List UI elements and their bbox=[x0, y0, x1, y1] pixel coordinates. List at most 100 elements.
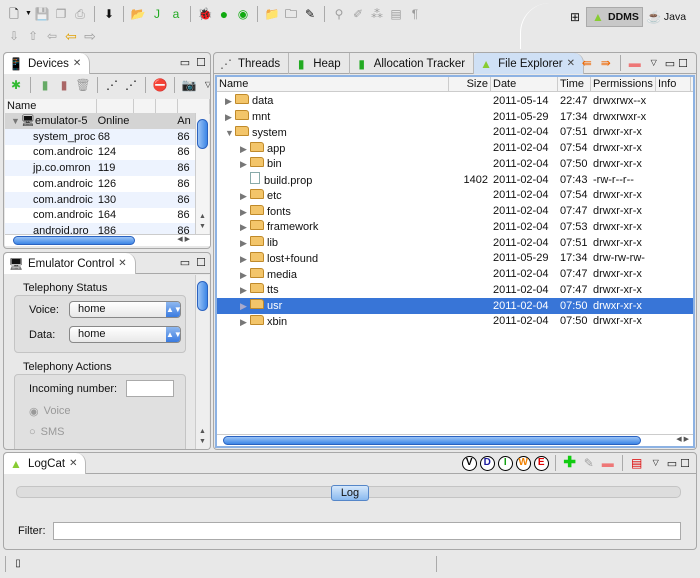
expand-icon[interactable]: ▶ bbox=[240, 317, 250, 328]
clear-log-icon[interactable]: ▤ bbox=[629, 455, 645, 471]
tab-devices[interactable]: 📱 Devices ✕ bbox=[4, 53, 91, 74]
annotation-icon[interactable]: ⚲ bbox=[331, 6, 347, 22]
close-icon[interactable]: ✕ bbox=[73, 58, 81, 69]
expand-icon[interactable]: ▶ bbox=[240, 270, 250, 281]
perspective-ddms[interactable]: ▲ DDMS bbox=[586, 7, 643, 27]
file-row[interactable]: ▶ data 2011-05-14 22:47 drwxrwx--x bbox=[217, 93, 693, 109]
edit-icon[interactable]: ✐ bbox=[350, 6, 366, 22]
maximize-icon[interactable]: ☐ bbox=[680, 457, 690, 470]
file-hscroll[interactable]: ◀ ▶ bbox=[217, 434, 693, 446]
emulator-vscroll[interactable]: ▲ ▼ bbox=[195, 275, 209, 449]
debug-icon[interactable]: 🐞 bbox=[197, 6, 213, 22]
incoming-number-input[interactable] bbox=[126, 380, 174, 397]
fast-view-icon[interactable]: ▯ bbox=[10, 556, 26, 572]
new-junit-icon[interactable]: J bbox=[149, 6, 165, 22]
col-pid[interactable] bbox=[97, 99, 134, 113]
file-row[interactable]: build.prop 1402 2011-02-04 07:43 -rw-r--r-- bbox=[217, 172, 693, 188]
col-5[interactable] bbox=[178, 99, 210, 113]
col-4[interactable] bbox=[156, 99, 178, 113]
collapse-icon[interactable]: ▼ bbox=[225, 128, 235, 138]
open-type-icon[interactable]: 📁 bbox=[264, 6, 280, 22]
file-row[interactable]: ▼ system 2011-02-04 07:51 drwxr-xr-x bbox=[217, 125, 693, 141]
debug-process-icon[interactable]: ✱ bbox=[8, 77, 24, 93]
file-row[interactable]: ▶ app 2011-02-04 07:54 drwxr-xr-x bbox=[217, 140, 693, 156]
tab-heap[interactable]: ▮ Heap bbox=[289, 53, 350, 74]
col-time[interactable]: Time bbox=[558, 77, 591, 91]
radio-voice[interactable]: ◉ Voice bbox=[29, 405, 71, 418]
prev-annotation-icon[interactable]: ⇧ bbox=[25, 28, 41, 44]
gc-icon[interactable]: 🗑 bbox=[75, 77, 91, 93]
search-icon[interactable]: ✎ bbox=[302, 6, 318, 22]
expand-icon[interactable]: ▶ bbox=[240, 159, 250, 170]
expand-icon[interactable]: ▶ bbox=[240, 222, 250, 233]
new-icon[interactable]: 🗋 bbox=[6, 6, 22, 22]
maximize-icon[interactable]: ☐ bbox=[196, 256, 206, 269]
log-level-e-button[interactable]: E bbox=[533, 455, 549, 471]
push-file-icon[interactable]: ⇛ bbox=[598, 55, 614, 71]
minimize-icon[interactable]: ▭ bbox=[665, 57, 675, 70]
dropdown-icon[interactable]: ▼ bbox=[25, 6, 32, 22]
expand-icon[interactable]: ▶ bbox=[240, 301, 250, 312]
expand-icon[interactable]: ▶ bbox=[225, 112, 235, 123]
view-menu-icon[interactable]: ▽ bbox=[646, 55, 662, 71]
view-menu-icon[interactable]: ▽ bbox=[200, 77, 210, 93]
new-class-icon[interactable]: a bbox=[168, 6, 184, 22]
screen-capture-icon[interactable]: 📷 bbox=[181, 77, 197, 93]
back-icon[interactable]: ⇦ bbox=[63, 28, 79, 44]
col-date[interactable]: Date bbox=[491, 77, 558, 91]
expand-icon[interactable]: ▶ bbox=[240, 285, 250, 296]
open-perspective-icon[interactable]: ⊞ bbox=[567, 9, 583, 25]
filter-input[interactable] bbox=[53, 522, 681, 540]
process-row[interactable]: com.androic 164 86 bbox=[5, 208, 195, 224]
device-row[interactable]: ▼🖥emulator-5 Online An bbox=[5, 113, 195, 129]
file-row[interactable]: ▶ mnt 2011-05-29 17:34 drwxrwxr-x bbox=[217, 109, 693, 125]
last-edit-icon[interactable]: ⇦ bbox=[44, 28, 60, 44]
dump-hprof-icon[interactable]: ▮ bbox=[56, 77, 72, 93]
close-icon[interactable]: ✕ bbox=[118, 258, 126, 269]
col-permissions[interactable]: Permissions bbox=[591, 77, 656, 91]
minimize-icon[interactable]: ▭ bbox=[180, 56, 190, 69]
file-row[interactable]: ▶ bin 2011-02-04 07:50 drwxr-xr-x bbox=[217, 156, 693, 172]
open-task-icon[interactable]: 🗀 bbox=[283, 6, 299, 22]
process-row[interactable]: com.androic 124 86 bbox=[5, 145, 195, 161]
devices-hscroll[interactable]: ◀ ▶ bbox=[5, 234, 210, 246]
process-row[interactable]: android.pro 186 86 bbox=[5, 223, 195, 234]
open-project-icon[interactable]: 📂 bbox=[130, 6, 146, 22]
delete-icon[interactable]: ▬ bbox=[627, 55, 643, 71]
col-name[interactable]: Name bbox=[5, 99, 97, 113]
edit-filter-icon[interactable]: ✎ bbox=[581, 455, 597, 471]
log-level-w-button[interactable]: W bbox=[515, 455, 531, 471]
expand-icon[interactable]: ▶ bbox=[240, 144, 250, 155]
tab-allocation-tracker[interactable]: ▮ Allocation Tracker bbox=[350, 53, 475, 74]
minimize-icon[interactable]: ▭ bbox=[180, 256, 190, 269]
tab-threads[interactable]: ⋰ Threads bbox=[214, 53, 290, 74]
col-info[interactable]: Info bbox=[656, 77, 691, 91]
close-icon[interactable]: ✕ bbox=[567, 58, 575, 69]
radio-sms[interactable]: ○ SMS bbox=[29, 426, 65, 438]
expand-icon[interactable]: ▶ bbox=[240, 191, 250, 202]
process-row[interactable]: com.androic 130 86 bbox=[5, 191, 195, 208]
maximize-icon[interactable]: ☐ bbox=[678, 57, 688, 70]
process-row[interactable]: system_proc 68 86 bbox=[5, 128, 195, 145]
expand-icon[interactable]: ▶ bbox=[240, 254, 250, 265]
process-row[interactable]: jp.co.omron 119 86 bbox=[5, 160, 195, 176]
save-all-icon[interactable]: ❐ bbox=[53, 6, 69, 22]
process-row[interactable]: com.androic 126 86 bbox=[5, 176, 195, 192]
file-row[interactable]: ▶ fonts 2011-02-04 07:47 drwxr-xr-x bbox=[217, 203, 693, 219]
save-icon[interactable]: 💾 bbox=[34, 6, 50, 22]
android-sdk-icon[interactable]: ⬇ bbox=[101, 6, 117, 22]
pilcrow-icon[interactable]: ¶ bbox=[407, 6, 423, 22]
file-row[interactable]: ▶ framework 2011-02-04 07:53 drwxr-xr-x bbox=[217, 219, 693, 235]
block-icon[interactable]: ▤ bbox=[388, 6, 404, 22]
run-icon[interactable]: ● bbox=[216, 6, 232, 22]
file-row[interactable]: ▶ lost+found 2011-05-29 17:34 drw-rw-rw- bbox=[217, 251, 693, 267]
view-menu-icon[interactable]: ▽ bbox=[648, 455, 664, 471]
voice-select[interactable]: home ▲▼ bbox=[69, 301, 182, 318]
pull-file-icon[interactable]: ⇚ bbox=[579, 55, 595, 71]
data-select[interactable]: home ▲▼ bbox=[69, 326, 182, 343]
mark-icon[interactable]: ⁂ bbox=[369, 6, 385, 22]
print-icon[interactable]: ⎙ bbox=[72, 6, 88, 22]
close-icon[interactable]: ✕ bbox=[69, 458, 77, 469]
file-row[interactable]: ▶ media 2011-02-04 07:47 drwxr-xr-x bbox=[217, 266, 693, 282]
tab-emulator-control[interactable]: 🖥 Emulator Control ✕ bbox=[4, 253, 136, 274]
